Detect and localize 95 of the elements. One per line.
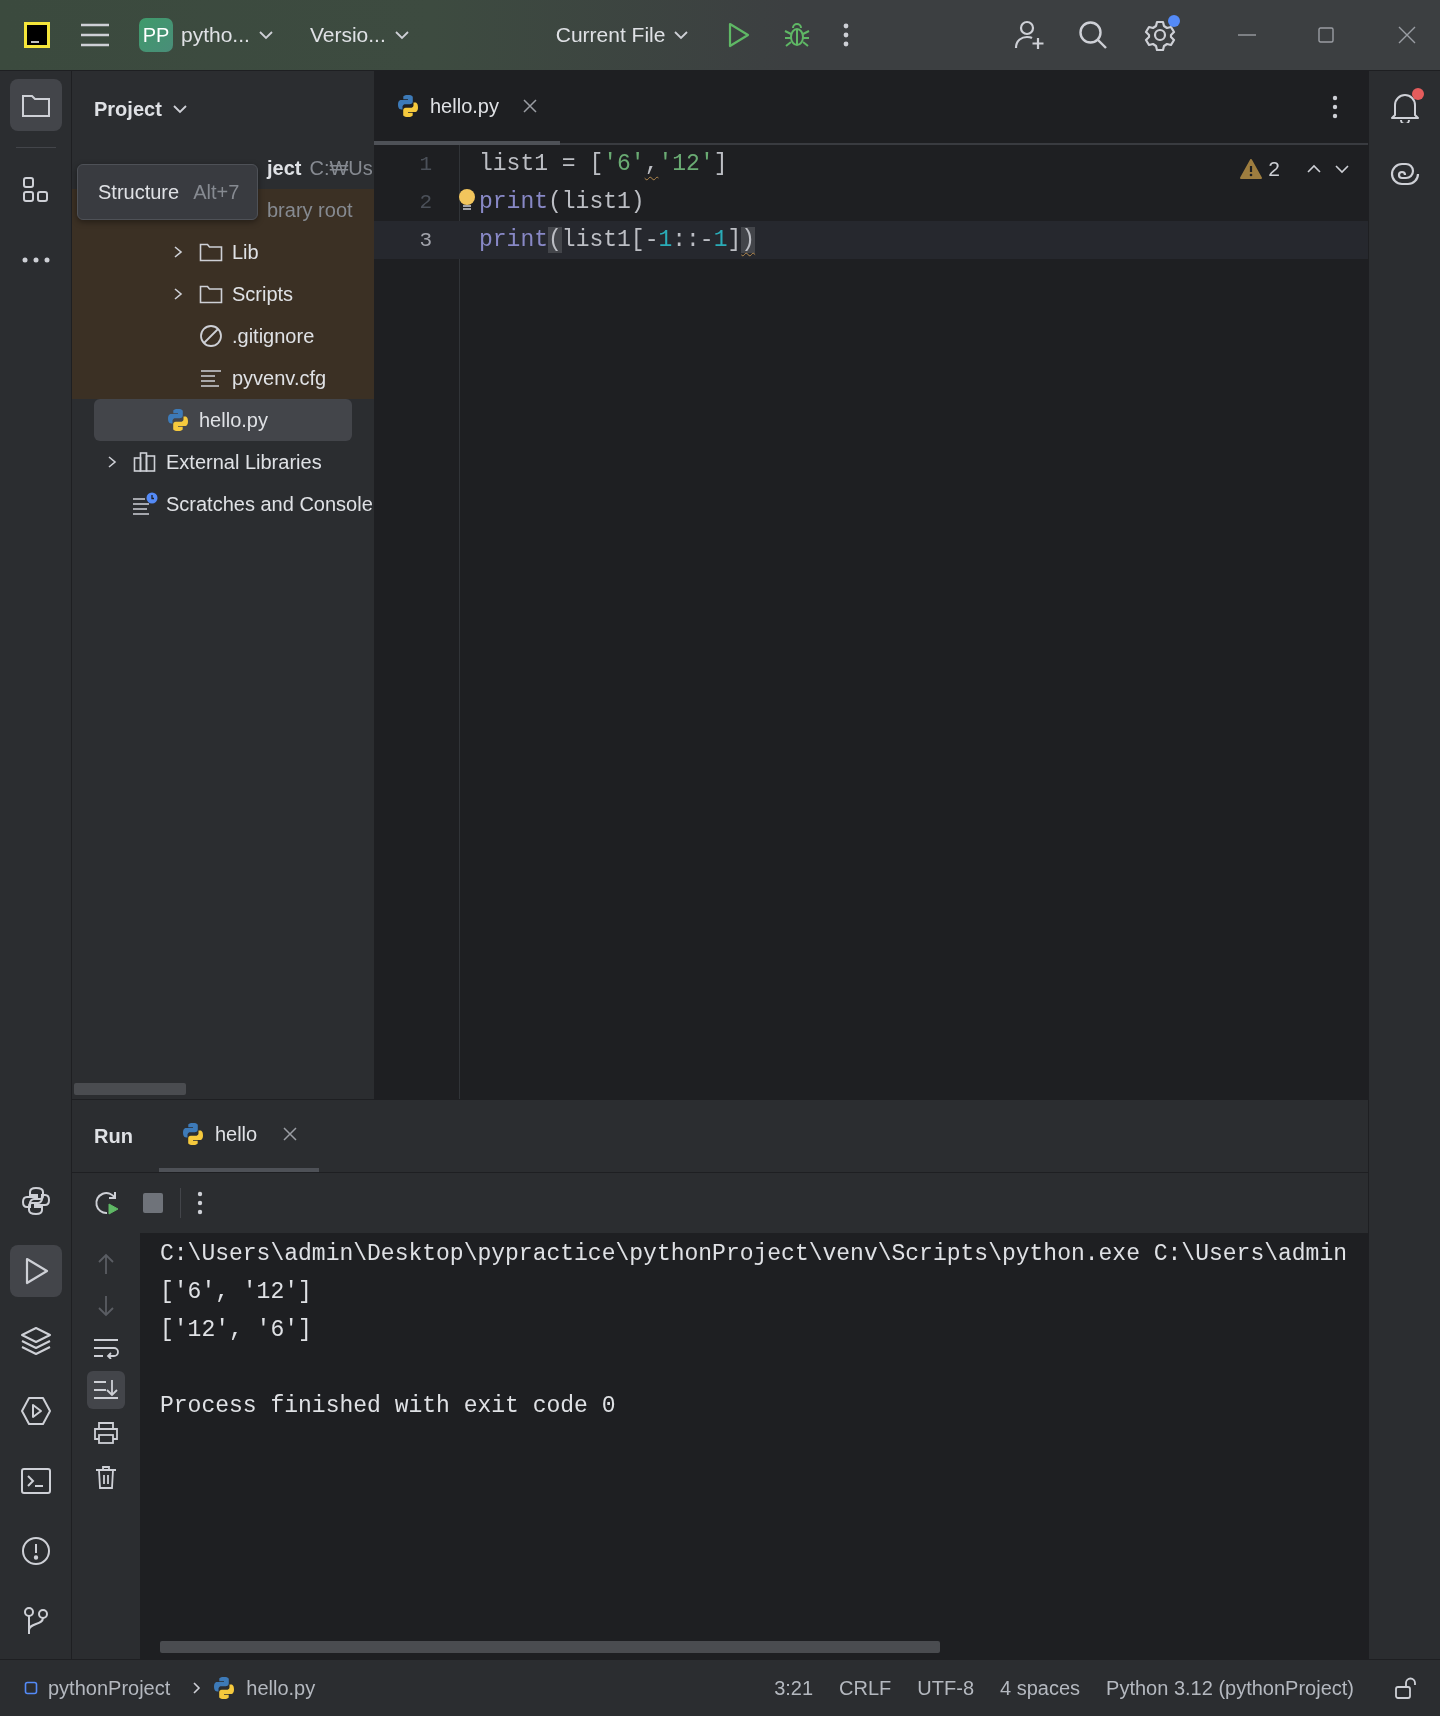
tab-label: hello.py — [430, 94, 499, 118]
chevron-icon[interactable] — [172, 287, 184, 301]
notifications-bell-icon[interactable] — [1389, 91, 1420, 123]
python-file-icon — [166, 408, 190, 432]
python-file-icon — [212, 1676, 237, 1700]
code-text: list1 = ['6','12'] — [479, 151, 728, 177]
caret-icon — [393, 30, 410, 40]
search-icon[interactable] — [1078, 20, 1108, 50]
chevron-right-icon — [192, 1681, 203, 1695]
breadcrumb[interactable]: hello.py — [246, 1676, 316, 1700]
tab-label: hello — [214, 1122, 258, 1146]
interpreter-selector[interactable]: Python 3.12 (pythonProject) — [1106, 1676, 1354, 1700]
caret-icon — [257, 30, 274, 40]
scroll-to-end-icon — [93, 1379, 119, 1401]
close-icon[interactable] — [1398, 26, 1416, 44]
structure-icon — [21, 176, 50, 204]
text-file-icon — [200, 368, 222, 388]
python-file-icon — [396, 94, 420, 118]
project-icon — [24, 1681, 38, 1695]
soft-wrap-icon[interactable] — [93, 1337, 119, 1359]
chevron-down-icon[interactable] — [1334, 164, 1350, 174]
scrollbar-thumb[interactable] — [160, 1641, 940, 1653]
tree-item[interactable]: Scripts — [72, 273, 374, 315]
debug-bug-icon[interactable] — [783, 21, 812, 49]
libraries-icon — [133, 451, 157, 473]
print-icon[interactable] — [93, 1421, 119, 1445]
tree-item[interactable]: hello.py — [94, 399, 352, 441]
caret-position[interactable]: 3:21 — [774, 1676, 814, 1700]
app-logo-icon[interactable] — [24, 22, 50, 48]
project-selector[interactable]: pytho... — [175, 15, 280, 55]
console-output-line: Process finished with exit code 0 — [160, 1392, 617, 1421]
panel-title: Run — [94, 1124, 133, 1148]
indent-setting[interactable]: 4 spaces — [1000, 1676, 1081, 1700]
run-tab[interactable]: hello — [158, 1100, 320, 1172]
tree-item[interactable]: Lib — [72, 231, 374, 273]
scrollbar-thumb[interactable] — [74, 1083, 186, 1095]
services-icon — [19, 1396, 52, 1426]
tree-item[interactable]: External Libraries — [72, 441, 374, 483]
trash-icon[interactable] — [95, 1465, 117, 1489]
settings-icon[interactable] — [1144, 19, 1176, 51]
more-icon[interactable] — [1332, 95, 1338, 119]
chevron-icon[interactable] — [106, 455, 118, 469]
code-text: print(list1) — [479, 189, 645, 215]
code-text: print(list1[-1::-1]) — [479, 227, 756, 253]
caret-icon — [171, 104, 188, 114]
tree-item[interactable]: .gitignore — [72, 315, 374, 357]
close-icon[interactable] — [283, 1127, 298, 1141]
scratches-icon — [132, 492, 158, 516]
python-file-icon — [180, 1122, 205, 1146]
breadcrumb[interactable]: pythonProject — [48, 1676, 171, 1700]
lightbulb-icon[interactable] — [458, 189, 476, 213]
chevron-icon[interactable] — [172, 245, 184, 259]
path-hint: C:₩Us — [309, 156, 373, 180]
project-badge[interactable]: PP — [139, 18, 173, 52]
editor-tab[interactable]: hello.py — [374, 71, 560, 145]
line-number: 3 — [418, 228, 432, 252]
tool-window-button[interactable] — [9, 1245, 62, 1297]
folder-icon — [199, 284, 223, 304]
folder-icon — [20, 92, 51, 118]
shortcut-hint: Alt+7 — [193, 180, 240, 204]
file-encoding[interactable]: UTF-8 — [917, 1676, 974, 1700]
view-mode-dropdown[interactable]: Project — [94, 97, 188, 121]
layers-icon — [19, 1326, 52, 1356]
close-icon[interactable] — [522, 99, 537, 113]
tree-item[interactable]: Scratches and Console — [72, 483, 374, 525]
more-icon — [21, 257, 50, 263]
run-config-dropdown[interactable]: Current File — [549, 15, 696, 55]
tool-window-button[interactable] — [9, 79, 62, 131]
console-output-line: ['12', '6'] — [160, 1316, 313, 1345]
add-user-icon[interactable] — [1014, 19, 1046, 51]
warning-icon[interactable] — [1240, 159, 1263, 179]
git-branch-icon — [21, 1606, 50, 1636]
rerun-icon[interactable] — [94, 1190, 120, 1216]
vcs-dropdown[interactable]: Versio... — [303, 15, 416, 55]
more-icon[interactable] — [197, 1191, 203, 1215]
line-separator[interactable]: CRLF — [839, 1676, 892, 1700]
run-icon[interactable] — [727, 22, 752, 48]
problems-icon — [20, 1536, 51, 1566]
ignore-file-icon — [199, 324, 223, 348]
warning-count: 2 — [1268, 157, 1280, 181]
unlocked-padlock-icon[interactable] — [1394, 1677, 1416, 1699]
tooltip-label: Structure — [98, 180, 180, 204]
tree-item[interactable]: pyvenv.cfg — [72, 357, 374, 399]
more-icon[interactable] — [843, 23, 850, 47]
scroll-to-end-button[interactable] — [87, 1371, 125, 1409]
console-output-line: C:\Users\admin\Desktop\pypractice\pythonProject\venv\Scripts\python.exe C:\Users\admin — [160, 1240, 1348, 1269]
python-icon — [20, 1186, 51, 1216]
terminal-icon — [19, 1467, 52, 1495]
maximize-icon[interactable] — [1318, 27, 1334, 43]
caret-icon — [673, 30, 690, 40]
folder-icon — [199, 242, 223, 262]
console-output-line: ['6', '12'] — [160, 1278, 313, 1307]
menu-icon[interactable] — [80, 22, 110, 48]
stop-icon[interactable] — [142, 1192, 164, 1214]
chevron-up-icon[interactable] — [1306, 164, 1322, 174]
